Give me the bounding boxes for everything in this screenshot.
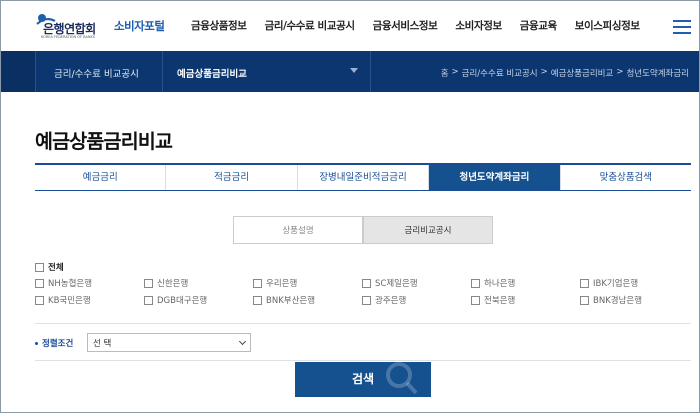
subnav-category[interactable]: 금리/수수료 비교공시 bbox=[35, 51, 163, 92]
bank-checkbox[interactable] bbox=[471, 278, 480, 288]
chevron-down-icon[interactable] bbox=[350, 68, 358, 73]
bank-label: BNK부산은행 bbox=[266, 296, 316, 306]
bank-label: SC제일은행 bbox=[375, 279, 418, 289]
breadcrumb-separator: > bbox=[540, 67, 548, 77]
select-all-checkbox[interactable] bbox=[35, 262, 44, 272]
nav-item-education[interactable]: 금융교육 bbox=[520, 18, 557, 34]
bank-checkbox[interactable] bbox=[580, 278, 589, 288]
sort-label-text: 정렬조건 bbox=[42, 339, 74, 349]
breadcrumb-category[interactable]: 금리/수수료 비교공시 bbox=[462, 67, 538, 79]
bank-option-ibk[interactable]: IBK기업은행 bbox=[580, 277, 689, 289]
page-frame: 은행연합회 KOREA FEDERATION OF BANKS 소비자포털 금융… bbox=[0, 0, 700, 413]
logo-subtitle: KOREA FEDERATION OF BANKS bbox=[41, 35, 96, 39]
bank-checkbox[interactable] bbox=[35, 295, 44, 305]
bank-option-kb[interactable]: KB국민은행 bbox=[35, 294, 144, 306]
subnav-home-block bbox=[1, 51, 35, 92]
nav-item-rates[interactable]: 금리/수수료 비교공시 bbox=[265, 18, 355, 34]
search-button-label: 검색 bbox=[351, 372, 375, 386]
site-header: 은행연합회 KOREA FEDERATION OF BANKS 소비자포털 금융… bbox=[1, 1, 699, 51]
bullet-icon bbox=[35, 342, 38, 345]
bank-label: KB국민은행 bbox=[48, 296, 91, 306]
bank-checkbox[interactable] bbox=[471, 295, 480, 305]
sort-label: 정렬조건 bbox=[35, 337, 73, 349]
global-nav: 금융상품정보 금리/수수료 비교공시 금융서비스정보 소비자정보 금융교육 보이… bbox=[191, 18, 658, 34]
bank-label: IBK기업은행 bbox=[593, 279, 639, 289]
breadcrumb-current: 청년도약계좌금리 bbox=[626, 69, 689, 79]
bank-checkbox[interactable] bbox=[580, 295, 589, 305]
bank-checkbox[interactable] bbox=[35, 278, 44, 288]
nav-item-consumer[interactable]: 소비자정보 bbox=[455, 18, 502, 34]
select-all-row[interactable]: 전체 bbox=[35, 261, 64, 273]
tab-savings-rate[interactable]: 적금금리 bbox=[166, 165, 298, 190]
nav-item-products[interactable]: 금융상품정보 bbox=[191, 18, 247, 34]
rate-tabs: 예금금리 적금금리 장병내일준비적금금리 청년도약계좌금리 맞춤상품검색 bbox=[35, 163, 691, 191]
nav-item-services[interactable]: 금융서비스정보 bbox=[373, 18, 438, 34]
subtab-rate-comparison[interactable]: 금리비교공시 bbox=[363, 216, 493, 244]
sub-tabs: 상품설명 금리비교공시 bbox=[233, 216, 493, 244]
bank-label: 광주은행 bbox=[375, 296, 407, 306]
subtab-product-description[interactable]: 상품설명 bbox=[233, 216, 363, 244]
sort-select-value: 선 택 bbox=[93, 339, 112, 349]
bank-option-jeonbuk[interactable]: 전북은행 bbox=[471, 294, 580, 306]
breadcrumb-separator: > bbox=[451, 67, 459, 77]
sort-row: 정렬조건 선 택 bbox=[35, 323, 691, 361]
bank-checkbox[interactable] bbox=[253, 278, 262, 288]
chevron-down-icon bbox=[238, 337, 247, 346]
bank-label: BNK경남은행 bbox=[593, 296, 643, 306]
bank-label: 하나은행 bbox=[484, 279, 516, 289]
breadcrumb-page[interactable]: 예금상품금리비교 bbox=[551, 67, 614, 79]
subnav-page-select[interactable]: 예금상품금리비교 bbox=[163, 51, 371, 92]
tab-soldier-savings-rate[interactable]: 장병내일준비적금금리 bbox=[298, 165, 430, 190]
bank-checkbox[interactable] bbox=[253, 295, 262, 305]
site-logo[interactable]: 은행연합회 KOREA FEDERATION OF BANKS bbox=[35, 12, 96, 42]
hamburger-icon[interactable] bbox=[673, 20, 691, 34]
breadcrumb-home[interactable]: 홈 bbox=[441, 67, 449, 79]
bank-option-sc[interactable]: SC제일은행 bbox=[362, 277, 471, 289]
nav-item-phishing[interactable]: 보이스피싱정보 bbox=[575, 18, 640, 34]
tab-deposit-rate[interactable]: 예금금리 bbox=[35, 165, 167, 190]
bank-option-nh[interactable]: NH농협은행 bbox=[35, 277, 144, 289]
bank-label: 신한은행 bbox=[157, 279, 189, 289]
tab-youth-account-rate[interactable]: 청년도약계좌금리 bbox=[429, 165, 561, 190]
page-title: 예금상품금리비교 bbox=[35, 130, 173, 153]
bank-option-dgb[interactable]: DGB대구은행 bbox=[144, 294, 253, 306]
sort-select[interactable]: 선 택 bbox=[87, 333, 251, 352]
bank-option-bnk-gyeongnam[interactable]: BNK경남은행 bbox=[580, 294, 689, 306]
bank-label: 전북은행 bbox=[484, 296, 516, 306]
bank-label: 우리은행 bbox=[266, 279, 298, 289]
bank-checkbox-grid: NH농협은행 신한은행 우리은행 SC제일은행 하나은행 IBK기업은행 KB국… bbox=[35, 277, 691, 306]
bank-checkbox[interactable] bbox=[362, 278, 371, 288]
bank-option-hana[interactable]: 하나은행 bbox=[471, 277, 580, 289]
bank-checkbox[interactable] bbox=[362, 295, 371, 305]
bank-option-gwangju[interactable]: 광주은행 bbox=[362, 294, 471, 306]
magnifier-icon bbox=[386, 362, 418, 395]
bank-option-bnk-busan[interactable]: BNK부산은행 bbox=[253, 294, 362, 306]
portal-name[interactable]: 소비자포털 bbox=[114, 18, 165, 34]
breadcrumb: 홈 > 금리/수수료 비교공시 > 예금상품금리비교 > 청년도약계좌금리 bbox=[438, 67, 689, 79]
sub-nav-bar: 금리/수수료 비교공시 예금상품금리비교 홈 > 금리/수수료 비교공시 > 예… bbox=[1, 51, 699, 92]
bank-option-shinhan[interactable]: 신한은행 bbox=[144, 277, 253, 289]
select-all-label: 전체 bbox=[48, 263, 64, 273]
bank-label: DGB대구은행 bbox=[157, 296, 208, 306]
bank-option-woori[interactable]: 우리은행 bbox=[253, 277, 362, 289]
search-button[interactable]: 검색 bbox=[295, 362, 431, 397]
bank-checkbox[interactable] bbox=[144, 295, 153, 305]
bank-checkbox[interactable] bbox=[144, 278, 153, 288]
tab-custom-search[interactable]: 맞춤상품검색 bbox=[561, 165, 691, 190]
bank-label: NH농협은행 bbox=[48, 279, 93, 289]
breadcrumb-separator: > bbox=[616, 67, 624, 77]
